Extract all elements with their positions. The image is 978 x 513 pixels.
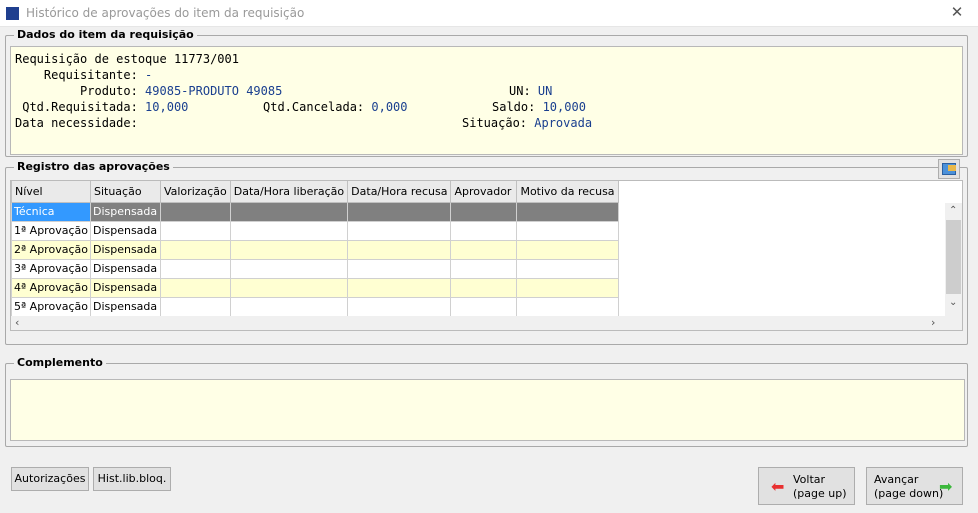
- produto-label: Produto:: [15, 84, 138, 98]
- cell-situacao: Dispensada: [89, 296, 161, 317]
- table-row[interactable]: 4ª Aprovação Dispensada: [11, 277, 619, 298]
- arrow-right-icon: ➡: [939, 477, 953, 496]
- un-label: UN:: [509, 84, 531, 98]
- col-valorizacao[interactable]: Valorização: [159, 181, 231, 203]
- requisitante-value: -: [137, 68, 153, 82]
- item-details: Requisição de estoque 11773/001 Requisit…: [10, 46, 963, 155]
- scroll-down-icon[interactable]: ⌄: [949, 297, 957, 308]
- grid-settings-icon: [942, 163, 956, 175]
- un-value: UN: [530, 84, 553, 98]
- cell-nivel: 5ª Aprovação: [11, 296, 91, 317]
- produto-value: 49085-PRODUTO 49085: [137, 84, 283, 98]
- cell-nivel: 3ª Aprovação: [11, 258, 91, 279]
- col-situacao[interactable]: Situação: [89, 181, 161, 203]
- vertical-scroll-thumb[interactable]: [946, 220, 961, 294]
- cell-situacao: Dispensada: [89, 277, 161, 298]
- avancar-button[interactable]: Avançar (page down) ➡: [866, 467, 963, 505]
- avancar-sublabel: (page down): [874, 487, 944, 500]
- complemento-label: Complemento: [14, 356, 106, 369]
- table-row[interactable]: 5ª Aprovação Dispensada: [11, 296, 619, 317]
- table-row[interactable]: 3ª Aprovação Dispensada: [11, 258, 619, 279]
- header-row: Nível Situação Valorização Data/Hora lib…: [11, 181, 619, 203]
- cell-situacao: Dispensada: [89, 220, 161, 241]
- col-motivo[interactable]: Motivo da recusa: [516, 181, 619, 203]
- voltar-label: Voltar: [793, 473, 826, 486]
- scroll-left-icon[interactable]: ‹: [15, 316, 19, 329]
- cell-nivel: 2ª Aprovação: [11, 239, 91, 260]
- approvals-grid[interactable]: Nível Situação Valorização Data/Hora lib…: [10, 180, 963, 331]
- cell-situacao: Dispensada: [89, 258, 161, 279]
- cell-situacao: Dispensada: [89, 239, 161, 260]
- data-necessidade-label: Data necessidade:: [15, 116, 138, 130]
- col-data-recusa[interactable]: Data/Hora recusa: [347, 181, 452, 203]
- cell-nivel: Técnica: [11, 201, 91, 222]
- complemento-field[interactable]: [10, 379, 965, 441]
- dados-label: Dados do item da requisição: [14, 28, 197, 41]
- autorizacoes-button[interactable]: Autorizações: [11, 467, 89, 491]
- cell-nivel: 4ª Aprovação: [11, 277, 91, 298]
- col-data-liberacao[interactable]: Data/Hora liberação: [229, 181, 349, 203]
- registro-label: Registro das aprovações: [14, 160, 173, 173]
- col-nivel[interactable]: Nível: [11, 181, 91, 203]
- avancar-label: Avançar: [874, 473, 919, 486]
- qtd-canc-value: 0,000: [364, 100, 408, 114]
- table-row[interactable]: Técnica Dispensada: [11, 201, 619, 222]
- situacao-value: Aprovada: [527, 116, 593, 130]
- col-aprovador[interactable]: Aprovador: [450, 181, 518, 203]
- close-button[interactable]: ✕: [944, 3, 970, 23]
- qtd-req-value: 10,000: [137, 100, 189, 114]
- table-row[interactable]: 1ª Aprovação Dispensada: [11, 220, 619, 241]
- window-title: Histórico de aprovações do item da requi…: [26, 6, 305, 20]
- hist-lib-bloq-button[interactable]: Hist.lib.bloq.: [93, 467, 171, 491]
- requisitante-label: Requisitante:: [15, 68, 138, 82]
- approvals-table: Nível Situação Valorização Data/Hora lib…: [11, 181, 619, 317]
- situacao-label: Situação:: [462, 116, 528, 130]
- qtd-req-label: Qtd.Requisitada:: [15, 100, 138, 114]
- title-bar: Histórico de aprovações do item da requi…: [0, 0, 978, 27]
- app-icon: [6, 7, 19, 20]
- voltar-button[interactable]: ⬅ Voltar (page up): [758, 467, 855, 505]
- cell-situacao: Dispensada: [89, 201, 161, 222]
- table-row[interactable]: 2ª Aprovação Dispensada: [11, 239, 619, 260]
- requisicao-line: Requisição de estoque 11773/001: [15, 52, 239, 66]
- qtd-canc-label: Qtd.Cancelada:: [263, 100, 365, 114]
- scroll-right-icon[interactable]: ›: [931, 316, 935, 329]
- saldo-value: 10,000: [535, 100, 586, 114]
- voltar-sublabel: (page up): [793, 487, 847, 500]
- saldo-label: Saldo:: [492, 100, 536, 114]
- scroll-up-icon[interactable]: ⌃: [949, 205, 957, 216]
- cell-nivel: 1ª Aprovação: [11, 220, 91, 241]
- grid-config-button[interactable]: [938, 159, 960, 179]
- vertical-scrollbar[interactable]: ⌃ ⌄: [945, 203, 962, 316]
- horizontal-scrollbar[interactable]: ‹ ›: [11, 316, 962, 330]
- arrow-left-icon: ⬅: [771, 477, 785, 496]
